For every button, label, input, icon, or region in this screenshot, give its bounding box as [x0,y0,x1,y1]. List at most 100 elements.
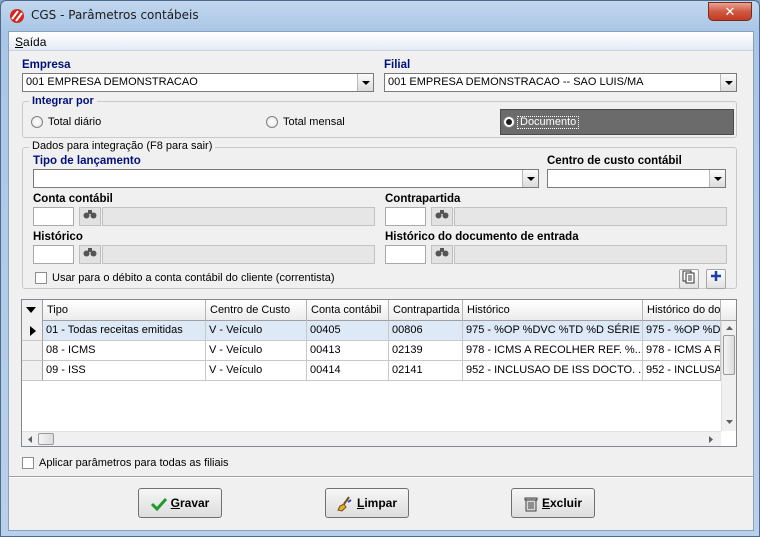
grid-header: Tipo Centro de Custo Conta contábil Cont… [22,300,736,321]
chevron-down-icon[interactable] [522,170,538,187]
radio-documento[interactable] [503,116,515,128]
radio-documento-label: Documento [517,116,580,129]
horizontal-scroll-thumb[interactable] [38,433,54,445]
copy-button[interactable] [679,269,699,289]
binoculars-icon [435,248,449,257]
close-button[interactable]: ✕ [708,2,752,21]
cell-historico: 975 - %OP %DVC %TD %D SÉRIE ... [463,321,643,341]
radio-documento-area[interactable]: Documento [500,109,734,135]
caret-down-icon [26,307,36,313]
cell-conta: 00405 [307,321,389,341]
chevron-down-icon[interactable] [357,74,373,91]
col-header-conta[interactable]: Conta contábil [307,300,389,321]
historico-label: Histórico [33,231,83,243]
chevron-down-icon[interactable] [720,74,736,91]
grid-header-indicator[interactable] [22,300,43,321]
cell-contrapartida: 02141 [389,361,463,381]
conta-contabil-desc [102,207,375,226]
usar-debito-checkbox[interactable] [35,272,47,284]
binoculars-icon [83,248,97,257]
centro-custo-label: Centro de custo contábil [547,155,682,167]
centro-custo-select[interactable] [547,169,726,188]
parametros-grid: Tipo Centro de Custo Conta contábil Cont… [21,299,737,447]
binoculars-icon [83,210,97,219]
historico-doc-search-button[interactable] [431,245,453,264]
cell-historico-doc: 978 - ICMS A RECOLHER [643,341,721,361]
binoculars-icon [435,210,449,219]
scroll-down-icon[interactable] [722,417,737,427]
excluir-button[interactable]: Excluir [511,488,595,518]
dados-title: Dados para integração (F8 para sair) [29,140,216,152]
broom-icon [337,496,352,512]
historico-doc-label: Histórico do documento de entrada [385,231,579,243]
vertical-scroll-thumb[interactable] [723,335,735,375]
col-header-tipo[interactable]: Tipo [43,300,206,321]
contrapartida-code[interactable] [385,207,426,226]
col-header-historico-doc[interactable]: Histórico do documento de entrada [643,300,721,321]
checkmark-icon [150,497,167,511]
contrapartida-desc [454,207,727,226]
cell-conta: 00413 [307,341,389,361]
aplicar-filiais-checkbox[interactable] [22,457,34,469]
add-button[interactable] [706,269,726,289]
tipo-lancamento-select[interactable] [33,169,539,188]
contrapartida-label: Contrapartida [385,193,461,205]
col-header-contrapartida[interactable]: Contrapartida [389,300,463,321]
title-bar: CGS - Parâmetros contábeis ✕ [1,1,759,29]
radio-total-mensal-label: Total mensal [283,116,345,128]
filial-select[interactable]: 001 EMPRESA DEMONSTRACAO -- SAO LUIS/MA [384,73,737,92]
close-icon: ✕ [724,4,736,19]
trash-icon [524,497,538,512]
integrar-title: Integrar por [29,95,97,107]
limpar-button[interactable]: Limpar [325,488,409,518]
historico-doc-desc [454,245,727,264]
cell-tipo: 08 - ICMS [43,341,206,361]
conta-contabil-code[interactable] [33,207,74,226]
usar-debito-label: Usar para o débito a conta contábil do c… [52,272,335,284]
app-window: CGS - Parâmetros contábeis ✕ Saída Empre… [0,0,760,537]
cell-historico: 952 - INCLUSAO DE ISS DOCTO. ... [463,361,643,381]
row-indicator [22,321,43,341]
scroll-up-icon[interactable] [722,323,737,333]
cell-historico-doc: 952 - INCLUSAO DE ISS [643,361,721,381]
cell-centro: V - Veículo [206,341,307,361]
chevron-down-icon[interactable] [709,170,725,187]
table-row[interactable]: 08 - ICMS V - Veículo 00413 02139 978 - … [22,341,722,361]
conta-contabil-search-button[interactable] [79,207,101,226]
cell-tipo: 01 - Todas receitas emitidas [43,321,206,341]
horizontal-scrollbar[interactable] [22,431,721,446]
cell-contrapartida: 02139 [389,341,463,361]
window-title: CGS - Parâmetros contábeis [31,8,199,22]
menu-saida[interactable]: Saída [15,35,46,49]
scroll-left-icon[interactable] [25,432,35,447]
gravar-button[interactable]: Gravar [138,488,222,518]
empresa-select[interactable]: 001 EMPRESA DEMONSTRACAO [22,73,374,92]
radio-total-mensal[interactable] [266,116,278,128]
scroll-right-icon[interactable] [706,432,716,447]
historico-desc [102,245,375,264]
client-area: Saída Empresa 001 EMPRESA DEMONSTRACAO F… [8,31,754,531]
cell-contrapartida: 00806 [389,321,463,341]
col-header-centro[interactable]: Centro de Custo [206,300,307,321]
cell-centro: V - Veículo [206,361,307,381]
historico-code[interactable] [33,245,74,264]
vertical-scrollbar[interactable] [721,321,736,431]
contrapartida-search-button[interactable] [431,207,453,226]
table-row[interactable]: 09 - ISS V - Veículo 00414 02141 952 - I… [22,361,722,381]
radio-total-diario-label: Total diário [48,116,102,128]
cell-conta: 00414 [307,361,389,381]
cell-tipo: 09 - ISS [43,361,206,381]
aplicar-filiais-label: Aplicar parâmetros para todas as filiais [39,457,229,469]
table-row[interactable]: 01 - Todas receitas emitidas V - Veículo… [22,321,722,341]
tipo-lancamento-label: Tipo de lançamento [33,155,141,167]
row-pointer-icon [30,326,36,336]
row-indicator [22,361,43,381]
divider [9,476,753,478]
radio-total-diario[interactable] [31,116,43,128]
col-header-historico[interactable]: Histórico [463,300,643,321]
historico-doc-code[interactable] [385,245,426,264]
cell-historico-doc: 975 - %OP %DVC %TD %D [643,321,721,341]
menu-bar: Saída [9,32,753,51]
historico-search-button[interactable] [79,245,101,264]
filial-label: Filial [384,59,411,71]
